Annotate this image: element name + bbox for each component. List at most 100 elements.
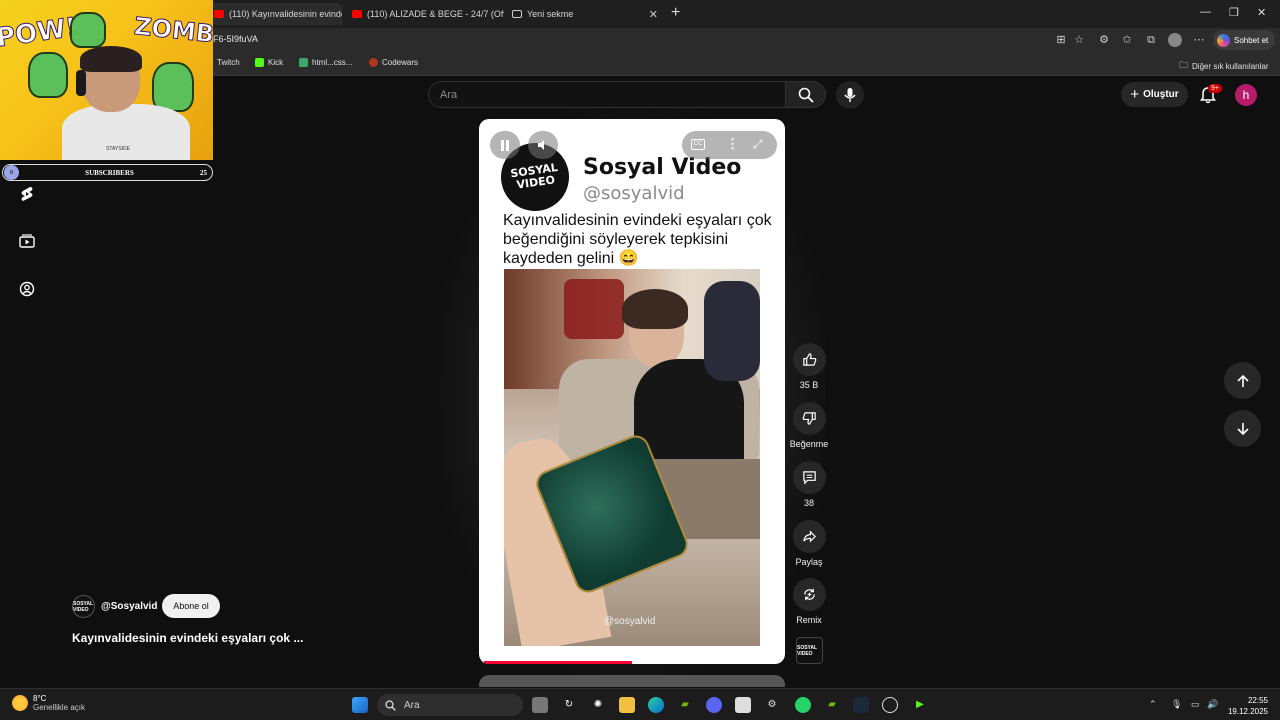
new-tab-button[interactable]: + [671,4,680,22]
like-button[interactable] [793,343,826,376]
subscribe-button[interactable]: Abone ol [162,594,220,618]
previous-short-button[interactable] [1224,362,1261,399]
bookmark-kick[interactable]: Kick [255,58,283,67]
obs-icon[interactable] [882,697,898,713]
channel-handle[interactable]: @Sosyalvid [101,601,157,612]
headset [76,70,86,96]
collections-icon[interactable]: ⧉ [1144,33,1158,47]
account-avatar[interactable]: h [1235,84,1257,106]
minimize-icon[interactable]: — [1200,6,1211,18]
file-explorer-icon[interactable] [619,697,635,713]
search-bar[interactable]: Ara [428,81,786,108]
more-options-icon[interactable]: ⋮ [726,136,739,152]
steam-icon[interactable] [853,697,869,713]
weather-icon [12,695,28,711]
whatsapp-icon[interactable] [795,697,811,713]
tab-title: Yeni sekme [527,9,574,19]
weather-widget[interactable]: 8°C Genellikle açık [12,694,85,712]
man-background [704,281,760,381]
tab-alizade[interactable]: (110) ALIZADE & BEGE - 24/7 (Offi ✕ [346,3,504,25]
goal-knob: 0 [4,165,19,180]
close-tab-icon[interactable]: ✕ [649,8,658,21]
search-input[interactable]: Ara [440,89,457,101]
restore-icon[interactable]: ❐ [1229,6,1239,19]
captions-icon[interactable]: CC [691,139,705,150]
extensions-icon[interactable]: ⚙ [1097,33,1111,47]
copilot-app-icon[interactable]: ↻ [561,697,577,713]
fullscreen-icon[interactable]: ⤢ [753,137,763,152]
video-frame: @sosyalvid [504,269,760,646]
profile-icon[interactable] [1168,33,1182,47]
streamer-hair [80,46,142,72]
taskbar-search[interactable]: Ara [377,694,523,716]
favorites-icon[interactable]: ✩ [1120,33,1134,47]
microphone-tray-icon[interactable]: 🎙 [1171,699,1182,710]
page-favicon-icon [512,10,522,18]
comment-icon [803,471,816,485]
notepad-icon[interactable] [735,697,751,713]
other-bookmarks[interactable]: 🗀 Diğer sık kullanılanlar [1179,58,1269,74]
voice-search-button[interactable] [836,81,864,109]
url-field[interactable]: F6-5I9fuVA [213,34,258,44]
app-available-icon[interactable]: ⊞ [1054,33,1068,47]
favorite-star-icon[interactable]: ☆ [1072,33,1086,47]
thumbs-up-icon [803,353,817,366]
nvidia-app-icon[interactable]: ▰ [824,697,840,713]
nvidia-icon[interactable]: ▰ [677,697,693,713]
next-short-button[interactable] [1224,410,1261,447]
video-watermark: @sosyalvid [604,616,656,627]
share-button[interactable] [793,520,826,553]
tab-youtube-short[interactable]: (110) Kayınvalidesinin evinde ✕ [208,3,342,25]
tab-new[interactable]: Yeni sekme ✕ [506,3,664,25]
create-button[interactable]: + Oluştur [1121,82,1188,107]
arrow-down-icon [1236,422,1249,435]
bookmark-html-css[interactable]: html...css... [299,58,352,67]
search-button[interactable] [786,81,826,108]
subscribers-count: 25 [200,168,207,177]
chatgpt-icon[interactable]: ✺ [590,697,606,713]
audio-source-thumbnail[interactable]: SOSYAL VIDEO [796,637,823,664]
codewars-icon [369,58,378,67]
pause-button[interactable] [490,131,520,159]
weather-desc: Genellikle açık [33,703,86,712]
windows-start-icon[interactable] [352,697,368,713]
thumbs-down-icon [802,412,816,425]
tab-title: (110) ALIZADE & BEGE - 24/7 (Offi [367,9,504,19]
player-top-controls: CC ⋮ ⤢ [682,131,777,159]
edge-browser-icon[interactable] [648,697,664,713]
comments-button[interactable] [793,461,826,494]
task-view-icon[interactable] [532,697,548,713]
you-profile-icon[interactable] [19,281,35,297]
shorts-icon[interactable] [19,186,35,202]
volume-icon [538,140,544,150]
video-caption: Kayınvalidesinin evindeki eşyaları çok b… [503,212,772,267]
red-chair [564,279,624,339]
shirt-text: STAYSIDE [106,146,130,152]
weather-temp: 8°C [33,694,47,703]
system-clock[interactable]: 22:55 19.12.2025 [1228,695,1268,717]
show-hidden-icons[interactable]: ⌃ [1149,699,1157,710]
zombie-illustration [28,52,68,98]
video-title[interactable]: Kayınvalidesinin evindeki eşyaları çok .… [72,631,303,645]
settings-app-icon[interactable]: ⚙ [764,697,780,713]
playback-progress[interactable] [484,661,632,664]
channel-avatar[interactable]: SOSYAL VIDEO [72,595,95,618]
webcam-overlay: POW! ZOMBIE! STAYSIDE [0,0,213,160]
subscriptions-icon[interactable] [19,234,35,250]
volume-button[interactable] [528,131,558,159]
volume-tray-icon[interactable]: 🔊 [1207,699,1218,710]
more-menu-icon[interactable]: ⋯ [1192,33,1206,47]
discord-icon[interactable] [706,697,722,713]
tab-title: (110) Kayınvalidesinin evinde [229,9,342,19]
short-video-player[interactable]: SOSYAL VIDEO Sosyal Video @sosyalvid Kay… [479,119,785,664]
bookmark-codewars[interactable]: Codewars [369,58,418,67]
next-short-preview[interactable] [479,675,785,687]
bookmark-twitch[interactable]: Twitch [217,58,240,67]
kick-app-icon[interactable]: ▶ [912,697,928,713]
close-window-icon[interactable]: ✕ [1257,6,1266,19]
copilot-chat-button[interactable]: Sohbet et [1213,30,1275,50]
share-label: Paylaş [795,557,823,567]
dislike-button[interactable] [793,402,826,435]
remix-button[interactable] [793,578,826,611]
display-tray-icon[interactable]: ▭ [1191,699,1200,710]
